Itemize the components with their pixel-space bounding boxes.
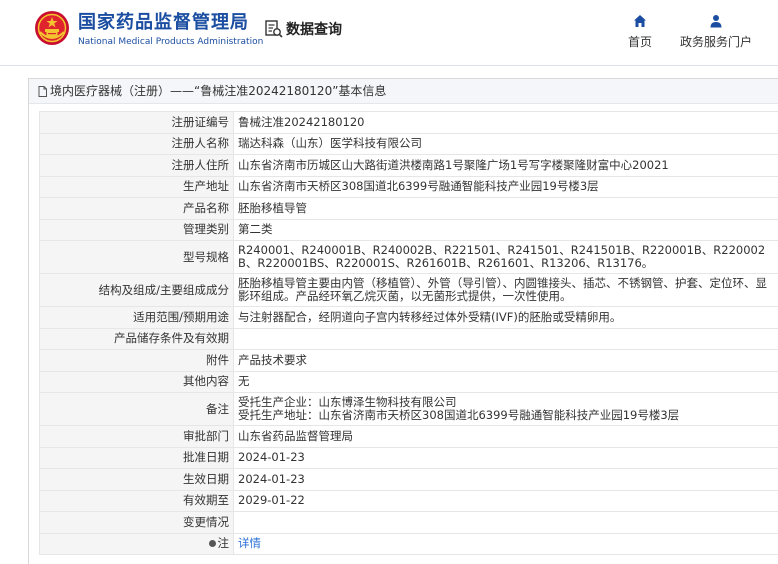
- field-label: 注册证编号: [39, 111, 234, 134]
- field-value: 详情: [233, 532, 778, 555]
- table-row: 生效日期 2024-01-23: [39, 468, 778, 491]
- table-row: 生产地址 山东省济南市天桥区308国道北6399号融通智能科技产业园19号楼3层: [39, 175, 778, 198]
- field-value: 产品技术要求: [233, 349, 778, 372]
- table-row: 备注 受托生产企业：山东博泽生物科技有限公司 受托生产地址：山东省济南市天桥区3…: [39, 392, 778, 426]
- field-label: 注: [39, 532, 234, 555]
- nav-home-label: 首页: [628, 35, 653, 49]
- field-value: 胚胎移植导管主要由内管（移植管）、外管（导引管）、内圆锥接头、插芯、不锈钢管、护…: [233, 273, 778, 307]
- note-label-text: 注: [217, 536, 230, 551]
- dot-icon: [208, 540, 216, 548]
- user-icon: [710, 15, 722, 28]
- nav-service-portal-label: 政务服务门户: [680, 35, 753, 49]
- field-value: 第二类: [233, 218, 778, 241]
- field-value: 山东省济南市天桥区308国道北6399号融通智能科技产业园19号楼3层: [233, 175, 778, 198]
- details-link[interactable]: 详情: [238, 536, 261, 550]
- data-query-link[interactable]: 数据查询: [264, 18, 342, 40]
- field-label: 其他内容: [39, 370, 234, 393]
- document-icon: [38, 85, 47, 97]
- note-label: 注: [208, 536, 230, 551]
- field-label: 批准日期: [39, 446, 234, 469]
- table-row: 变更情况: [39, 511, 778, 534]
- table-row: 审批部门 山东省药品监督管理局: [39, 425, 778, 448]
- remark-line: 受托生产地址：山东省济南市天桥区308国道北6399号融通智能科技产业园19号楼…: [238, 408, 680, 422]
- site-name-en: National Medical Products Administration: [78, 37, 264, 47]
- site-header: 国家药品监督管理局 National Medical Products Admi…: [0, 0, 778, 66]
- field-label: 有效期至: [39, 489, 234, 512]
- field-label: 生效日期: [39, 468, 234, 491]
- field-label: 注册人名称: [39, 132, 234, 155]
- detail-panel: 境内医疗器械（注册）——“鲁械注准20242180120”基本信息 注册证编号 …: [28, 78, 778, 564]
- table-row: 产品名称 胚胎移植导管: [39, 197, 778, 220]
- nav-service-portal[interactable]: 政务服务门户: [680, 14, 752, 50]
- field-label: 生产地址: [39, 175, 234, 198]
- field-value: 无: [233, 370, 778, 393]
- table-row: 注册证编号 鲁械注准20242180120: [39, 111, 778, 134]
- field-label: 结构及组成/主要组成成分: [39, 273, 234, 307]
- table-row: 产品储存条件及有效期: [39, 327, 778, 350]
- field-value: 受托生产企业：山东博泽生物科技有限公司 受托生产地址：山东省济南市天桥区308国…: [233, 392, 778, 426]
- field-value: 2024-01-23: [233, 468, 778, 491]
- table-row: 注册人住所 山东省济南市历城区山大路街道洪楼南路1号聚隆广场1号写字楼聚隆财富中…: [39, 154, 778, 177]
- field-label: 型号规格: [39, 240, 234, 274]
- field-label: 附件: [39, 349, 234, 372]
- table-row: 型号规格 R240001、R240001B、R240002B、R221501、R…: [39, 240, 778, 274]
- field-label: 审批部门: [39, 425, 234, 448]
- table-row: 结构及组成/主要组成成分 胚胎移植导管主要由内管（移植管）、外管（导引管）、内圆…: [39, 273, 778, 307]
- table-row: 管理类别 第二类: [39, 218, 778, 241]
- site-brand[interactable]: 国家药品监督管理局 National Medical Products Admi…: [78, 12, 263, 48]
- field-label: 产品储存条件及有效期: [39, 327, 234, 350]
- field-label: 管理类别: [39, 218, 234, 241]
- table-row: 批准日期 2024-01-23: [39, 446, 778, 469]
- field-value: 山东省药品监督管理局: [233, 425, 778, 448]
- field-value: 胚胎移植导管: [233, 197, 778, 220]
- field-value: [233, 511, 778, 534]
- field-label: 注册人住所: [39, 154, 234, 177]
- data-query-label: 数据查询: [286, 22, 342, 38]
- field-value: 鲁械注准20242180120: [233, 111, 778, 134]
- table-row: 其他内容 无: [39, 370, 778, 393]
- nav-home[interactable]: 首页: [628, 14, 652, 50]
- field-label: 变更情况: [39, 511, 234, 534]
- field-value: R240001、R240001B、R240002B、R221501、R24150…: [233, 240, 778, 274]
- table-row: 注册人名称 瑞达科森（山东）医学科技有限公司: [39, 132, 778, 155]
- table-row: 适用范围/预期用途 与注射器配合，经阴道向子宫内转移经过体外受精(IVF)的胚胎…: [39, 306, 778, 329]
- field-label: 备注: [39, 392, 234, 426]
- panel-title-text: 境内医疗器械（注册）——“鲁械注准20242180120”基本信息: [50, 83, 387, 98]
- field-value: 瑞达科森（山东）医学科技有限公司: [233, 132, 778, 155]
- field-value: 2029-01-22: [233, 489, 778, 512]
- field-label: 适用范围/预期用途: [39, 306, 234, 329]
- field-value: 2024-01-23: [233, 446, 778, 469]
- document-search-icon: [265, 20, 283, 38]
- panel-title: 境内医疗器械（注册）——“鲁械注准20242180120”基本信息: [29, 79, 778, 104]
- field-value: [233, 327, 778, 350]
- field-label: 产品名称: [39, 197, 234, 220]
- field-value: 与注射器配合，经阴道向子宫内转移经过体外受精(IVF)的胚胎或受精卵用。: [233, 306, 778, 329]
- site-name-cn: 国家药品监督管理局: [78, 12, 249, 33]
- field-value: 山东省济南市历城区山大路街道洪楼南路1号聚隆广场1号写字楼聚隆财富中心20021: [233, 154, 778, 177]
- national-emblem-icon[interactable]: [34, 10, 70, 46]
- table-row: 有效期至 2029-01-22: [39, 489, 778, 512]
- table-row: 注 详情: [39, 532, 778, 555]
- home-icon: [634, 15, 646, 27]
- device-info-table: 注册证编号 鲁械注准20242180120 注册人名称 瑞达科森（山东）医学科技…: [39, 111, 778, 555]
- table-row: 附件 产品技术要求: [39, 349, 778, 372]
